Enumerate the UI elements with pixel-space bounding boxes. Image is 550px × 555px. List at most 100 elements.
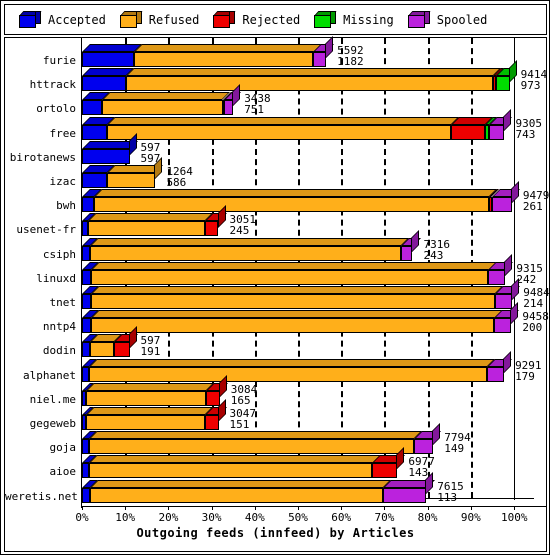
bar-segment-accepted[interactable] (82, 173, 108, 188)
x-tick (427, 505, 429, 510)
bar-segment-refused[interactable] (88, 439, 414, 455)
category-label: ortolo (36, 102, 76, 116)
bar-segment-top (86, 382, 215, 391)
x-axis-line (82, 505, 546, 507)
category-label: izac (49, 175, 77, 188)
bar-segment-side (325, 36, 334, 59)
bar-segment-top (86, 407, 213, 415)
cube-icon (19, 11, 42, 28)
bar-segment-spooled[interactable] (382, 487, 427, 503)
bar-segment-refused[interactable] (87, 221, 205, 237)
legend-item-spooled[interactable]: Spooled (407, 11, 487, 28)
x-tick (514, 505, 515, 510)
bar-segment-accepted[interactable] (82, 487, 90, 503)
bar-segment-spooled[interactable] (495, 294, 513, 309)
bar-segment-refused[interactable] (133, 52, 314, 67)
bar-secondary-label: 973 (520, 79, 541, 93)
bar-secondary-label: 151 (229, 418, 250, 431)
x-tick (254, 505, 256, 510)
x-tick-label: 30% (201, 510, 222, 524)
bar-segment-refused[interactable] (107, 124, 452, 140)
bar-segment-refused[interactable] (89, 245, 401, 261)
bar-segment-spooled[interactable] (491, 197, 512, 213)
bar-segment-missing[interactable] (496, 76, 510, 92)
category-label: furie (42, 54, 76, 67)
bar-segment-rejected[interactable] (113, 342, 130, 358)
x-tick-label: 90% (460, 510, 481, 524)
bar-segment-accepted[interactable] (82, 269, 91, 285)
bar-segment-accepted[interactable] (82, 318, 91, 334)
category-label: linuxd (36, 271, 76, 285)
bar-secondary-label: 245 (229, 224, 250, 238)
bar-segment-spooled[interactable] (494, 318, 512, 334)
bar-segment-refused[interactable] (102, 100, 223, 116)
category-label: aioe (49, 465, 77, 479)
x-tick-label: 40% (244, 510, 265, 524)
category-label: tnet (49, 296, 77, 309)
category-label: alphanet (23, 368, 76, 382)
bar-segment-accepted[interactable] (82, 245, 90, 261)
bar-segment-refused[interactable] (86, 390, 207, 406)
bar-segment-rejected[interactable] (206, 390, 220, 406)
bar-segment-accepted[interactable] (82, 439, 89, 455)
legend-label: Refused (148, 12, 200, 27)
legend-item-rejected[interactable]: Rejected (213, 11, 300, 28)
bar-segment-refused[interactable] (89, 487, 383, 503)
bar-segment-refused[interactable] (90, 342, 114, 358)
x-tick-label: 60% (331, 510, 352, 524)
bar-segment-side (432, 423, 441, 447)
bar-segment-refused[interactable] (94, 197, 490, 213)
bar-segment-accepted[interactable] (82, 342, 91, 358)
bar-secondary-label: 743 (515, 127, 536, 141)
legend-item-refused[interactable]: Refused (119, 11, 200, 28)
bar-secondary-label: 751 (244, 103, 265, 117)
bar-segment-refused[interactable] (90, 318, 495, 334)
bar-segment-rejected[interactable] (204, 415, 219, 430)
bar-segment-accepted[interactable] (82, 197, 95, 213)
bar-segment-side (504, 253, 513, 277)
x-tick-label: 10% (115, 510, 136, 524)
bar-segment-top (88, 358, 496, 367)
legend-item-accepted[interactable]: Accepted (19, 11, 106, 28)
bar-secondary-label: 261 (522, 200, 543, 214)
bar-secondary-label: 1182 (337, 55, 364, 68)
bar-segment-side (503, 108, 512, 132)
bar-segment-refused[interactable] (90, 269, 489, 285)
bar-segment-side (411, 229, 420, 253)
bar-total-label: 9305 (515, 116, 542, 130)
legend-item-missing[interactable]: Missing (314, 11, 394, 28)
bar-segment-spooled[interactable] (413, 439, 434, 455)
bar-segment-top (107, 116, 460, 125)
category-label: httrack (29, 78, 76, 92)
bar-segment-accepted[interactable] (82, 294, 92, 309)
bar-segment-accepted[interactable] (82, 366, 89, 382)
category-label: birotanews (9, 150, 76, 164)
bar-segment-rejected[interactable] (451, 124, 486, 140)
bar-segment-accepted[interactable] (82, 463, 89, 479)
x-tick-label: 20% (158, 510, 179, 524)
bar-segment-accepted[interactable] (82, 76, 127, 92)
bar-segment-spooled[interactable] (487, 366, 505, 382)
bar-segment-refused[interactable] (86, 415, 205, 430)
x-tick-label: 0% (75, 510, 89, 524)
bar-segment-rejected[interactable] (204, 221, 219, 237)
x-tick (168, 505, 170, 510)
bar-segment-accepted[interactable] (82, 100, 103, 116)
bar-segment-top (102, 92, 231, 101)
bar-segment-accepted[interactable] (82, 52, 134, 67)
bar-segment-refused[interactable] (107, 173, 156, 188)
bar-segment-refused[interactable] (88, 366, 488, 382)
legend-label: Missing (343, 12, 394, 27)
bar-segment-rejected[interactable] (372, 463, 398, 479)
bar-segment-spooled[interactable] (488, 269, 506, 285)
bar-segment-refused[interactable] (91, 294, 496, 309)
x-tick (341, 505, 343, 510)
x-tick (211, 505, 213, 510)
bar-segment-top (94, 189, 498, 198)
bar-segment-top (90, 261, 497, 270)
bar-segment-top (88, 455, 381, 464)
bar-segment-refused[interactable] (88, 463, 373, 479)
bar-segment-accepted[interactable] (82, 148, 130, 164)
bar-segment-refused[interactable] (126, 76, 493, 92)
bar-segment-accepted[interactable] (82, 124, 108, 140)
